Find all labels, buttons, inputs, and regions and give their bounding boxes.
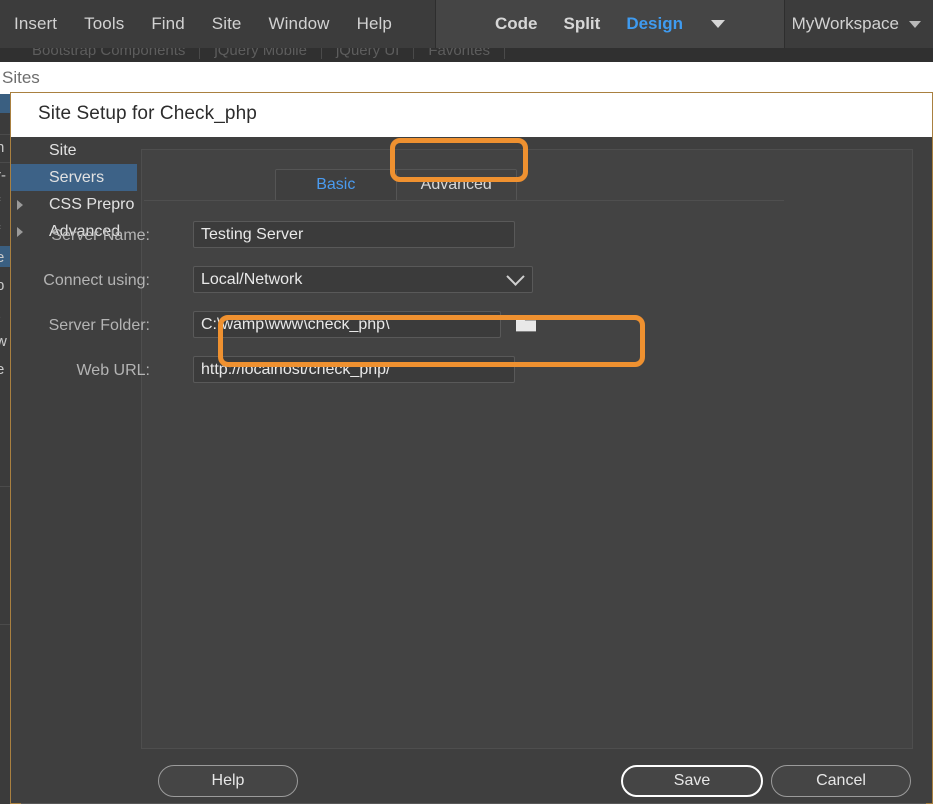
server-folder-input[interactable]: C:\wamp\www\check_php\ — [193, 311, 501, 338]
server-name-input[interactable]: Testing Server — [193, 221, 515, 248]
sites-panel-strip — [0, 62, 933, 94]
menu-item-site[interactable]: Site — [212, 14, 242, 34]
form-row-server-folder: Server Folder: C:\wamp\www\check_php\ — [11, 307, 783, 352]
web-url-value: http://localhost/check_php/ — [201, 360, 391, 378]
help-button[interactable]: Help — [158, 765, 298, 797]
caret-down-icon[interactable] — [711, 20, 726, 28]
sidebar-item-css-preprocessors[interactable]: CSS Prepro — [11, 191, 137, 218]
server-settings-form: Server Name: Testing Server Connect usin… — [11, 217, 783, 397]
category-bootstrap-components[interactable]: Bootstrap Components — [18, 48, 201, 59]
dialog-body: Site Servers CSS Prepro Advanced Basic A… — [11, 137, 932, 804]
chevron-down-icon[interactable] — [506, 267, 525, 286]
application-root: Insert Tools Find Site Window Help Code … — [0, 0, 933, 804]
view-mode-code[interactable]: Code — [495, 14, 538, 34]
sidebar-item-servers[interactable]: Servers — [11, 164, 137, 191]
main-menubar: Insert Tools Find Site Window Help Code … — [0, 0, 933, 48]
caret-down-icon[interactable] — [909, 20, 921, 28]
menu-item-tools[interactable]: Tools — [84, 14, 124, 34]
connect-using-value: Local/Network — [201, 270, 303, 288]
form-row-server-name: Server Name: Testing Server — [11, 217, 783, 262]
sidebar-item-site[interactable]: Site — [11, 137, 137, 164]
bg-fragment: w — [0, 333, 7, 350]
server-folder-value: C:\wamp\www\check_php\ — [201, 315, 390, 333]
connect-using-label: Connect using: — [43, 272, 150, 289]
sidebar-item-label: Site — [49, 141, 77, 159]
dialog-footer: Help Save Cancel — [11, 765, 932, 804]
dialog-title: Site Setup for Check_php — [38, 103, 257, 124]
chevron-right-icon[interactable] — [17, 199, 23, 210]
cancel-button[interactable]: Cancel — [771, 765, 911, 797]
view-mode-design[interactable]: Design — [626, 14, 683, 34]
category-jquery-mobile[interactable]: jQuery Mobile — [200, 48, 322, 59]
menu-item-help[interactable]: Help — [357, 14, 392, 34]
server-folder-label: Server Folder: — [48, 317, 150, 334]
view-mode-switcher: Code Split Design — [435, 0, 785, 48]
folder-icon[interactable] — [515, 315, 537, 333]
category-favorites[interactable]: Favorites — [414, 48, 506, 59]
save-button[interactable]: Save — [621, 765, 763, 797]
tab-basic[interactable]: Basic — [276, 170, 396, 200]
bg-fragment: n — [0, 139, 5, 156]
view-mode-split[interactable]: Split — [563, 14, 600, 34]
menu-item-insert[interactable]: Insert — [14, 14, 57, 34]
tabs-underline — [144, 200, 784, 201]
server-name-value: Testing Server — [201, 225, 304, 243]
category-jquery-ui[interactable]: jQuery UI — [322, 48, 415, 59]
server-name-label: Server Name: — [51, 227, 150, 244]
menu-item-window[interactable]: Window — [269, 14, 330, 34]
web-url-input[interactable]: http://localhost/check_php/ — [193, 356, 515, 383]
workspace-label: MyWorkspace — [791, 14, 899, 33]
sidebar-item-label: Servers — [49, 168, 105, 186]
workspace-switcher[interactable]: MyWorkspace — [792, 0, 933, 48]
menu-item-find[interactable]: Find — [151, 14, 184, 34]
menu-item-group: Insert Tools Find Site Window Help — [14, 0, 392, 48]
sidebar-item-label: CSS Prepro — [49, 195, 135, 213]
web-url-label: Web URL: — [76, 362, 150, 379]
connect-using-select[interactable]: Local/Network — [193, 266, 533, 293]
sites-panel-label: Sites — [2, 68, 40, 87]
bg-fragment: r- — [0, 167, 6, 184]
tab-advanced[interactable]: Advanced — [395, 170, 516, 200]
site-setup-dialog: Site Setup for Check_php Site Servers CS… — [10, 92, 933, 804]
insert-panel-category-bar: Bootstrap Components jQuery Mobile jQuer… — [0, 48, 933, 62]
form-row-web-url: Web URL: http://localhost/check_php/ — [11, 352, 783, 397]
bg-fragment: p — [0, 277, 5, 294]
bg-fragment: e — [0, 249, 5, 266]
insert-panel-categories: Bootstrap Components jQuery Mobile jQuer… — [18, 48, 506, 59]
bg-fragment: e — [0, 361, 5, 378]
settings-tabs: Basic Advanced — [275, 169, 517, 201]
form-row-connect-using: Connect using: Local/Network — [11, 262, 783, 307]
